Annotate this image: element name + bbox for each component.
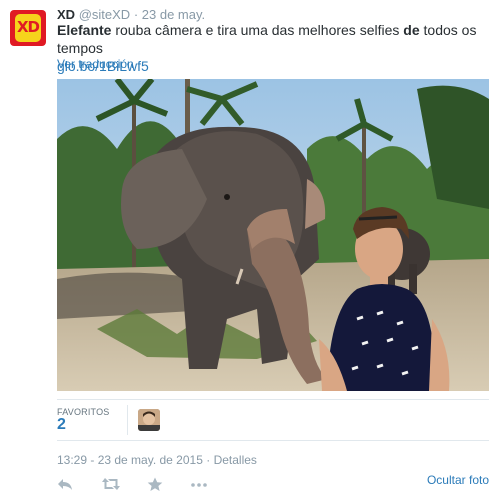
stats-top-divider (57, 399, 489, 400)
tweet-stats: FAVORITOS 2 (57, 399, 489, 441)
tweet-text-bold-1: Elefante (57, 22, 112, 38)
elephant-selfie-image (57, 79, 489, 391)
avatar-logo: XD (15, 14, 41, 42)
favorite-icon (147, 477, 163, 491)
datetime-text: 13:29 - 23 de may. de 2015 (57, 453, 203, 467)
translate-link[interactable]: Ver traducción (57, 57, 134, 71)
reply-icon (58, 479, 72, 490)
tweet-timestamp[interactable]: 23 de may. (142, 7, 205, 22)
favoriter-avatar[interactable] (138, 409, 160, 431)
reply-button[interactable] (57, 477, 77, 493)
stats-vertical-divider (127, 405, 128, 435)
tweet-text-middle: rouba câmera e tira uma das melhores sel… (111, 22, 404, 38)
datetime-separator: · (202, 453, 214, 467)
favorite-button[interactable] (147, 477, 167, 493)
header-separator: · (133, 7, 139, 22)
hide-photo-link[interactable]: Ocultar foto (427, 473, 489, 487)
stats-bottom-divider (57, 440, 489, 441)
retweet-icon (102, 478, 120, 490)
details-link[interactable]: Detalles (214, 453, 257, 467)
tweet-card: XD XD @siteXD · 23 de may. Elefante roub… (0, 0, 500, 501)
avatar-logo-text: XD (16, 18, 40, 36)
tweet-photo[interactable] (57, 79, 489, 391)
display-name[interactable]: XD (57, 7, 75, 22)
retweet-button[interactable] (101, 477, 121, 493)
more-icon (191, 483, 207, 487)
tweet-text-bold-2: de (403, 22, 420, 38)
screen-name[interactable]: @siteXD (79, 7, 131, 22)
account-avatar[interactable]: XD (10, 10, 46, 46)
favoriter-photo-icon (138, 409, 160, 431)
more-button[interactable] (190, 477, 210, 493)
favorites-count[interactable]: 2 (57, 416, 66, 434)
tweet-datetime: 13:29 - 23 de may. de 2015 · Detalles (57, 453, 257, 467)
